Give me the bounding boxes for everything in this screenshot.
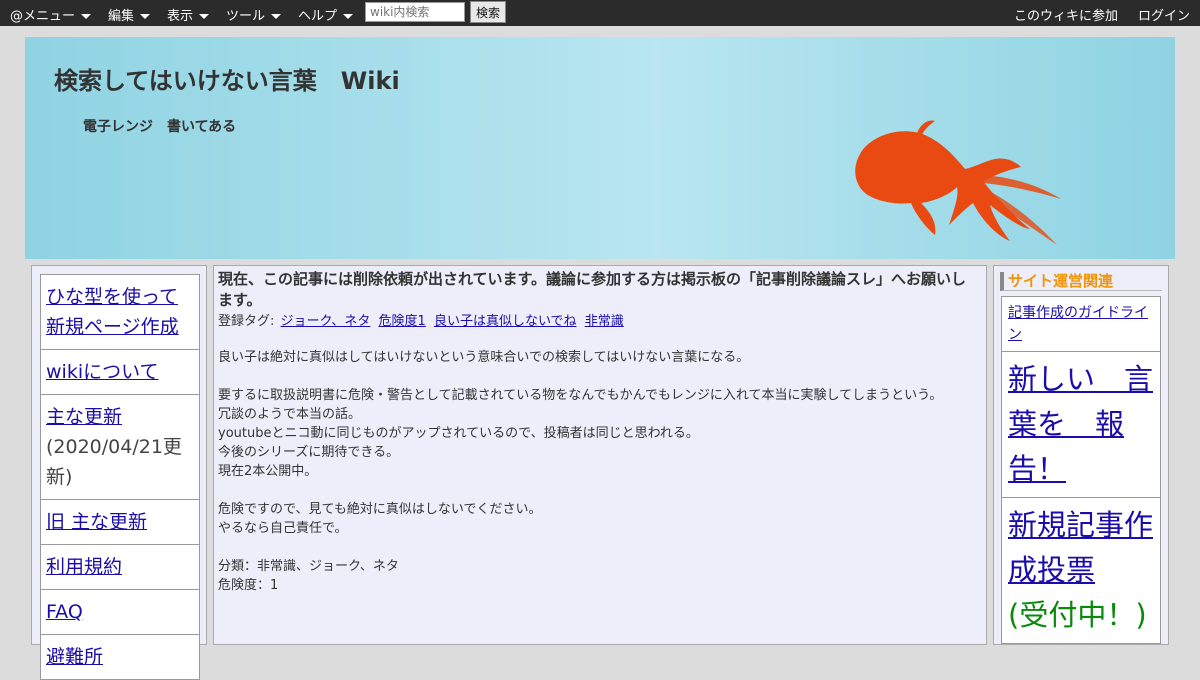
left-menu-item: FAQ xyxy=(40,590,200,635)
site-subtitle: 電子レンジ 書いてある xyxy=(83,119,237,135)
top-toolbar: @メニュー 編集 表示 ツール ヘルプ 検索 このウィキに参加 ログイン xyxy=(0,0,1200,26)
left-menu-item: ひな型を使って新規ページ作成 xyxy=(40,274,200,350)
site-operations-heading: サイト運営関連 xyxy=(1000,272,1162,291)
menu-dropdown[interactable]: @メニュー xyxy=(10,5,92,24)
paragraph: youtubeとニコ動に同じものがアップされているので、投稿者は同じと思われる。 xyxy=(218,426,699,441)
tools-dropdown[interactable]: ツール xyxy=(226,5,282,24)
main-updates-link[interactable]: 主な更新 xyxy=(46,406,122,428)
right-menu: 記事作成のガイドライン 新しい 言葉を 報告！ 新規記事作成投票 (受付中！) xyxy=(1001,296,1161,644)
article-body: 良い子は絶対に真似はしてはいけないという意味合いでの検索してはいけない言葉になる… xyxy=(218,348,978,595)
report-new-word-link[interactable]: 新しい 言葉を 報告！ xyxy=(1008,362,1153,486)
paragraph: 冗談のようで本当の話。 xyxy=(218,407,362,422)
right-menu-item: 新規記事作成投票 (受付中！) xyxy=(1001,498,1161,644)
goldfish-logo xyxy=(855,120,1061,245)
tag-link[interactable]: ジョーク、ネタ xyxy=(281,314,371,329)
left-menu: ひな型を使って新規ページ作成 wikiについて 主な更新 (2020/04/21… xyxy=(40,274,200,680)
paragraph: 危険ですので、見ても絶対に真似はしないでください。 xyxy=(218,502,542,517)
chevron-down-icon xyxy=(140,14,151,19)
chevron-down-icon xyxy=(81,14,92,19)
left-menu-item: wikiについて xyxy=(40,350,200,395)
left-menu-item: 旧 主な更新 xyxy=(40,500,200,545)
old-updates-link[interactable]: 旧 主な更新 xyxy=(46,511,147,533)
site-title[interactable]: 検索してはいけない言葉 Wiki xyxy=(54,61,400,96)
edit-label: 編集 xyxy=(108,9,135,24)
category-line: 分類：非常識、ジョーク、ネタ xyxy=(218,559,399,574)
main-updates-date: (2020/04/21更新) xyxy=(46,436,182,488)
tags-label: 登録タグ: xyxy=(218,314,275,329)
left-menu-item: 利用規約 xyxy=(40,545,200,590)
left-menu-item: 避難所 xyxy=(40,635,200,680)
login-link[interactable]: ログイン xyxy=(1138,5,1190,24)
paragraph: 現在2本公開中。 xyxy=(218,464,318,479)
help-label: ヘルプ xyxy=(298,9,338,24)
new-page-template-link[interactable]: ひな型を使って新規ページ作成 xyxy=(46,286,179,338)
search-button[interactable]: 検索 xyxy=(470,1,506,23)
shelter-link[interactable]: 避難所 xyxy=(46,646,103,668)
tag-link[interactable]: 非常識 xyxy=(585,314,624,329)
right-menu-item: 記事作成のガイドライン xyxy=(1001,296,1161,352)
help-dropdown[interactable]: ヘルプ xyxy=(298,5,354,24)
tag-link[interactable]: 良い子は真似しないでね xyxy=(434,314,577,329)
new-article-vote-link[interactable]: 新規記事作成投票 xyxy=(1008,508,1153,587)
main-content: 現在、この記事には削除依頼が出されています。議論に参加する方は掲示板の「記事削除… xyxy=(213,265,987,645)
faq-link[interactable]: FAQ xyxy=(46,601,83,623)
vote-status: (受付中！) xyxy=(1008,598,1147,632)
paragraph: やるなら自己責任で。 xyxy=(218,521,348,536)
view-label: 表示 xyxy=(167,9,194,24)
article-guideline-link[interactable]: 記事作成のガイドライン xyxy=(1008,305,1148,343)
right-sidebar: サイト運営関連 記事作成のガイドライン 新しい 言葉を 報告！ 新規記事作成投票… xyxy=(993,265,1169,645)
chevron-down-icon xyxy=(343,14,354,19)
view-dropdown[interactable]: 表示 xyxy=(167,5,210,24)
chevron-down-icon xyxy=(271,14,282,19)
menu-label: @メニュー xyxy=(10,9,76,24)
paragraph: 今後のシリーズに期待できる。 xyxy=(218,445,400,460)
danger-level-line: 危険度：1 xyxy=(218,578,279,593)
search-input[interactable] xyxy=(365,2,465,22)
tools-label: ツール xyxy=(226,9,266,24)
about-wiki-link[interactable]: wikiについて xyxy=(46,361,159,383)
paragraph: 要するに取扱説明書に危険・警告として記載されている物をなんでもかんでもレンジに入… xyxy=(218,388,943,403)
header-banner: 検索してはいけない言葉 Wiki 電子レンジ 書いてある xyxy=(25,37,1175,259)
tag-list: 登録タグ: ジョーク、ネタ 危険度1 良い子は真似しないでね 非常識 xyxy=(218,310,626,329)
terms-link[interactable]: 利用規約 xyxy=(46,556,122,578)
deletion-notice: 現在、この記事には削除依頼が出されています。議論に参加する方は掲示板の「記事削除… xyxy=(218,270,967,309)
tag-link[interactable]: 危険度1 xyxy=(379,314,426,329)
chevron-down-icon xyxy=(199,14,210,19)
right-menu-item: 新しい 言葉を 報告！ xyxy=(1001,352,1161,498)
left-sidebar: ひな型を使って新規ページ作成 wikiについて 主な更新 (2020/04/21… xyxy=(31,265,207,680)
paragraph: 良い子は絶対に真似はしてはいけないという意味合いでの検索してはいけない言葉になる… xyxy=(218,350,750,365)
join-wiki-link[interactable]: このウィキに参加 xyxy=(1014,5,1118,24)
left-menu-item: 主な更新 (2020/04/21更新) xyxy=(40,395,200,500)
edit-dropdown[interactable]: 編集 xyxy=(108,5,151,24)
